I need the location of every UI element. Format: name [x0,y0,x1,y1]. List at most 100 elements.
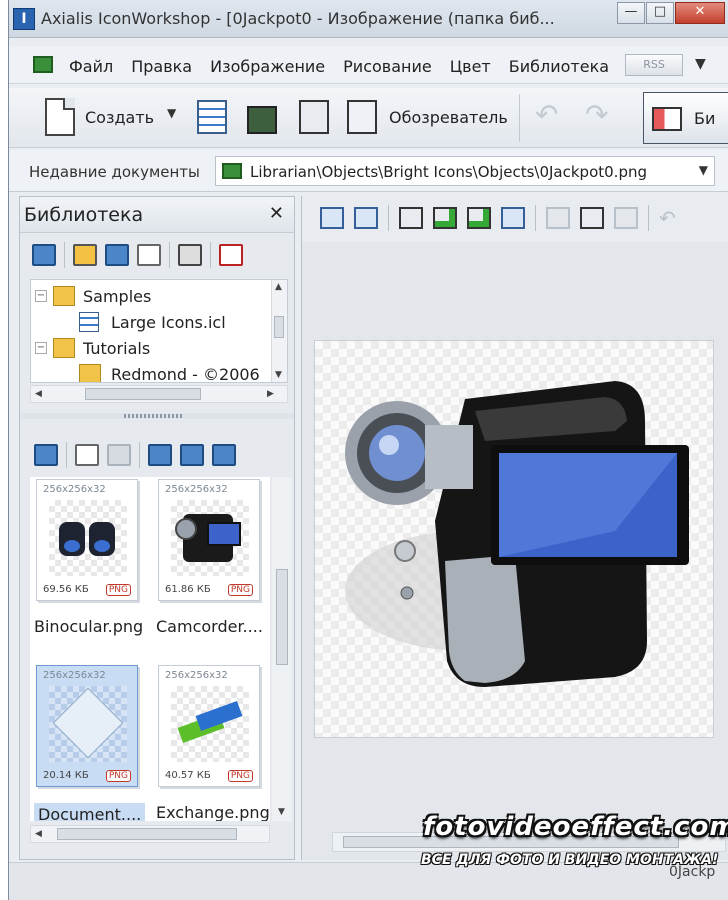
format-badge: PNG [227,770,253,782]
new-folder-icon[interactable] [73,244,97,266]
scroll-thumb[interactable] [274,316,284,338]
maximize-icon: □ [653,4,667,19]
save-icon[interactable] [299,100,329,134]
toolbar-separator [388,205,389,231]
paste-icon[interactable] [614,207,638,229]
minimize-button[interactable]: — [617,2,645,24]
close-icon: ✕ [694,4,706,19]
rss-button[interactable]: RSS [625,54,683,76]
minimize-icon: — [624,4,638,19]
tree-vertical-scrollbar[interactable]: ▲ ▼ [271,280,287,382]
tree-horizontal-scrollbar[interactable]: ◀ ▶ [30,385,288,403]
title-bar: I Axialis IconWorkshop - [0Jackpot0 - Из… [9,0,728,38]
scroll-up-icon[interactable]: ▲ [275,282,282,292]
redo-icon[interactable]: ↷ [585,98,615,132]
window-controls: — □ ✕ [616,2,725,24]
create-button-label[interactable]: Создать [85,108,154,127]
menu-color[interactable]: Цвет [450,57,491,76]
menu-draw[interactable]: Рисование [343,57,432,76]
export-icon[interactable] [212,444,236,466]
menu-file[interactable]: Файл [69,57,113,76]
editor-toolbar: ↶ [302,200,728,236]
thumbnail-vertical-scrollbar[interactable]: ▼ [272,477,292,821]
browser-icon[interactable] [347,100,377,134]
save-icon[interactable] [399,207,423,229]
recent-documents-select[interactable]: Librarian\Objects\Bright Icons\Objects\0… [215,156,715,186]
image-editor: ↶ [301,196,728,860]
image-icon [222,163,242,179]
binocular-icon [49,500,127,576]
undo-icon[interactable]: ↶ [535,98,565,132]
thumbnail-binocular[interactable]: 256x256x32 69.56 КБ PNG Binocular.png [34,477,146,649]
toolbar-separator [66,442,67,468]
format-badge: PNG [105,584,131,596]
upload-folder-icon[interactable] [32,244,56,266]
scroll-down-icon[interactable]: ▼ [275,370,282,380]
scroll-left-icon[interactable]: ◀ [35,829,42,839]
collapse-icon[interactable]: − [35,290,47,302]
thumbnail-dimensions: 256x256x32 [43,484,106,495]
close-library-icon[interactable]: ✕ [269,203,284,224]
image-canvas[interactable] [314,340,714,738]
scroll-down-icon[interactable]: ▼ [278,807,285,817]
menu-image[interactable]: Изображение [210,57,325,76]
scroll-right-icon[interactable]: ▶ [267,389,274,399]
trash-icon[interactable] [178,244,202,266]
menu-library[interactable]: Библиотека [509,57,609,76]
scroll-left-icon[interactable]: ◀ [35,389,42,399]
thumbnail-exchange[interactable]: 256x256x32 40.57 КБ PNG Exchange.png [156,663,270,821]
copy-icon[interactable] [580,207,604,229]
undo-icon[interactable]: ↶ [659,207,683,229]
new-library-icon[interactable] [105,244,129,266]
checklist-icon[interactable] [219,244,243,266]
app-icon[interactable]: I [13,8,35,30]
tree-item-label: Large Icons.icl [111,313,226,332]
toolbar-separator [64,242,65,268]
add-image-icon[interactable] [148,444,172,466]
new-document-icon[interactable] [45,98,75,136]
create-dropdown-icon[interactable]: ▼ [167,106,176,120]
image-icon[interactable] [33,56,53,73]
open-folder-icon[interactable] [247,106,277,134]
library-title: Библиотека [24,204,144,226]
thumbnail-name: Camcorder.... [156,617,263,636]
exchange-icon [171,686,249,762]
library-toolbar [20,235,294,275]
cut-icon[interactable] [546,207,570,229]
new-library-icon[interactable] [197,100,227,134]
maximize-button[interactable]: □ [646,2,674,24]
image-format-icon[interactable] [320,207,344,229]
menu-items: Файл Правка Изображение Рисование Цвет Б… [69,57,627,76]
thumbnail-camcorder[interactable]: 256x256x32 61.86 КБ PNG Camcorder.... [156,477,268,649]
thumbnail-horizontal-scrollbar[interactable]: ◀ [30,825,270,843]
thumbnail-size: 20.14 КБ [43,770,89,781]
add-to-library-icon[interactable] [467,207,491,229]
folder-icon [79,364,101,382]
splitter-grip[interactable] [124,414,184,418]
panel-splitter[interactable] [20,413,294,419]
collapse-icon[interactable]: − [35,342,47,354]
scroll-thumb[interactable] [276,569,288,665]
rename-icon[interactable] [137,244,161,266]
browser-button-label[interactable]: Обозреватель [389,108,508,127]
thumbnail-dimensions: 256x256x32 [165,670,228,681]
save-add-icon[interactable] [433,207,457,229]
close-button[interactable]: ✕ [675,2,725,24]
camcorder-icon [345,381,689,687]
scroll-thumb[interactable] [85,388,201,400]
menu-edit[interactable]: Правка [131,57,192,76]
scroll-thumb[interactable] [57,828,237,840]
toolbar-separator [648,205,649,231]
copy-icon[interactable] [75,444,99,466]
recent-document-path: Librarian\Objects\Bright Icons\Objects\0… [250,163,647,181]
library-toggle-button[interactable]: Би [643,92,728,144]
thumbnail-document[interactable]: 256x256x32 20.14 КБ PNG Document.... [34,663,146,821]
image-format-icon[interactable] [180,444,204,466]
paste-icon[interactable] [107,444,131,466]
export-library-icon[interactable] [501,207,525,229]
web-add-icon[interactable] [34,444,58,466]
chevron-down-icon[interactable]: ▼ [695,56,706,72]
chevron-down-icon[interactable]: ▼ [699,163,708,177]
thumbnail-dimensions: 256x256x32 [165,484,228,495]
image-properties-icon[interactable] [354,207,378,229]
